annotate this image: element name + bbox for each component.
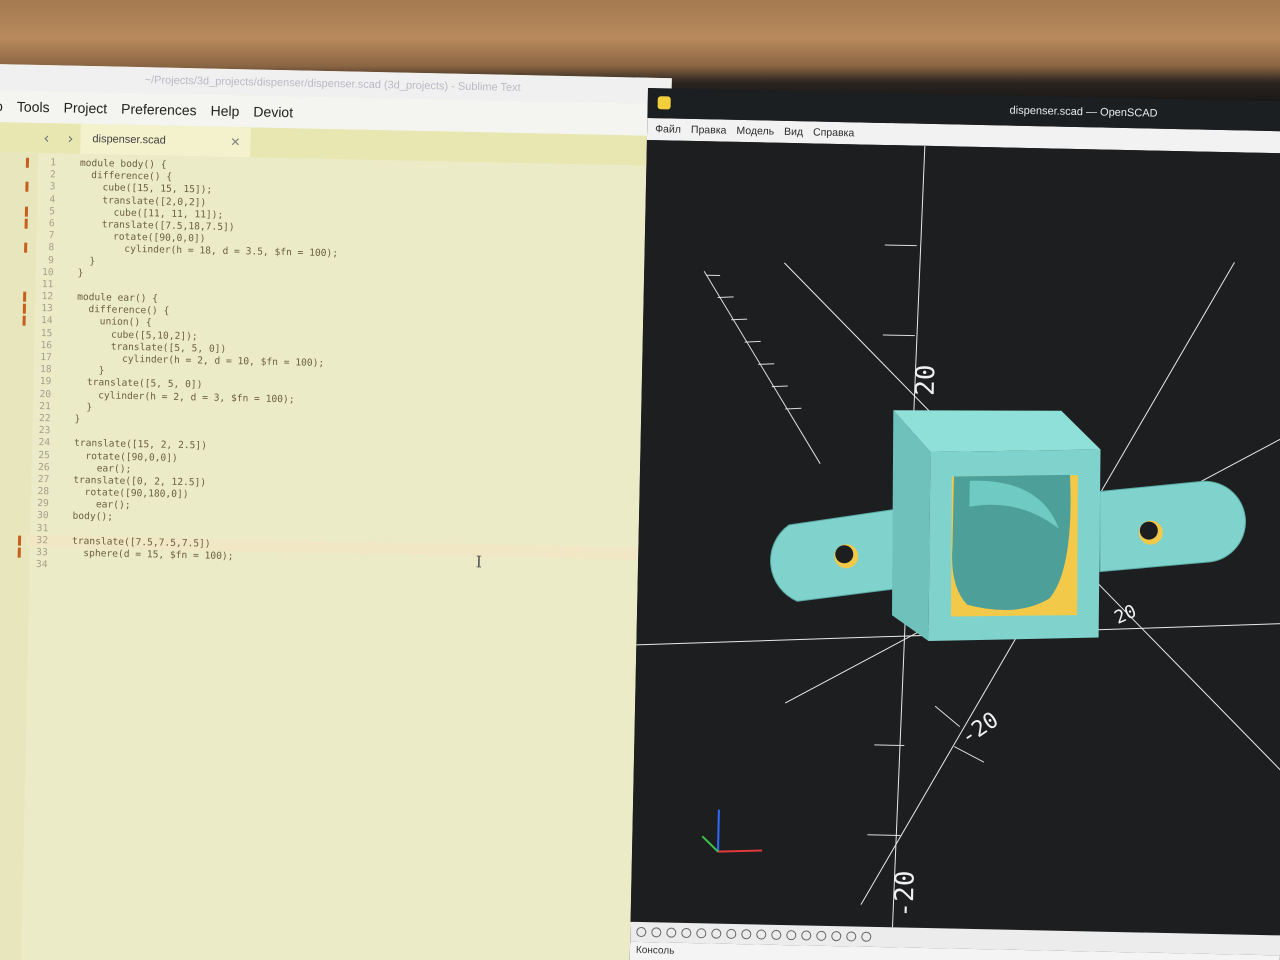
git-change-marker bbox=[25, 157, 30, 168]
console-label: Консоль bbox=[635, 944, 675, 957]
git-change-marker bbox=[23, 291, 27, 302]
view-left-icon[interactable] bbox=[771, 929, 782, 940]
view-back-icon[interactable] bbox=[801, 930, 812, 941]
line-number: 15 bbox=[40, 327, 53, 339]
openscad-window: dispenser.scad — OpenSCAD Файл Правка Мо… bbox=[629, 88, 1280, 960]
line-number: 4 bbox=[49, 193, 56, 205]
dispenser-model bbox=[770, 410, 1246, 641]
menu-item-preferences[interactable]: Preferences bbox=[121, 101, 197, 119]
menu-item-project[interactable]: Project bbox=[63, 99, 107, 116]
line-number: 19 bbox=[39, 376, 52, 388]
preview-icon[interactable] bbox=[636, 926, 647, 938]
perspective-icon[interactable] bbox=[816, 930, 827, 941]
line-number: 30 bbox=[36, 510, 49, 522]
line-number: 32 bbox=[36, 534, 49, 547]
axis-label-y-neg: -20 bbox=[956, 708, 1003, 751]
view-right-icon[interactable] bbox=[726, 928, 737, 940]
git-change-marker bbox=[17, 535, 22, 546]
line-number: 22 bbox=[38, 412, 51, 425]
line-number: 21 bbox=[39, 400, 51, 413]
git-change-marker bbox=[24, 242, 28, 254]
git-change-marker bbox=[25, 182, 29, 193]
axis-label-z-neg: -20 bbox=[890, 870, 921, 918]
line-number: 16 bbox=[40, 339, 53, 352]
zoom-in-icon[interactable] bbox=[681, 927, 692, 939]
line-number: 26 bbox=[37, 461, 50, 473]
line-text: body(); bbox=[72, 511, 114, 524]
git-change-marker bbox=[24, 218, 28, 229]
close-tab-icon[interactable]: ✕ bbox=[230, 135, 240, 149]
line-number: 27 bbox=[37, 473, 50, 486]
axis-label-z-pos: 20 bbox=[911, 364, 942, 396]
show-axes-icon[interactable] bbox=[846, 931, 857, 942]
menu-item-partial[interactable]: o bbox=[0, 98, 3, 114]
render-icon[interactable] bbox=[651, 927, 662, 938]
openscad-app-icon bbox=[657, 96, 671, 110]
line-number: 5 bbox=[49, 205, 56, 218]
line-text: } bbox=[74, 401, 93, 413]
orthographic-icon[interactable] bbox=[831, 931, 842, 942]
line-number: 34 bbox=[35, 559, 48, 571]
menu-item-file[interactable]: Файл bbox=[655, 123, 681, 136]
show-edges-icon[interactable] bbox=[861, 931, 872, 942]
line-number: 28 bbox=[37, 486, 50, 498]
line-number: 7 bbox=[48, 230, 55, 242]
line-number: 14 bbox=[40, 315, 53, 327]
menu-item-edit[interactable]: Правка bbox=[691, 124, 727, 137]
tab-label: dispenser.scad bbox=[92, 133, 166, 147]
zoom-out-icon[interactable] bbox=[696, 928, 707, 939]
tab-dispenser-scad[interactable]: dispenser.scad ✕ bbox=[80, 123, 251, 158]
line-text: } bbox=[77, 267, 84, 279]
menu-item-help-ru[interactable]: Справка bbox=[813, 126, 854, 139]
reset-view-icon[interactable] bbox=[711, 928, 722, 939]
openscad-title: dispenser.scad — OpenSCAD bbox=[1009, 104, 1158, 120]
viewport-canvas: 20 -20 -20 20 bbox=[636, 145, 1280, 928]
line-number: 18 bbox=[39, 364, 52, 376]
git-change-marker bbox=[22, 303, 26, 314]
line-number: 8 bbox=[48, 242, 55, 254]
git-change-marker bbox=[22, 316, 26, 327]
line-text: } bbox=[74, 413, 81, 425]
line-number: 6 bbox=[48, 218, 55, 230]
menu-item-deviot[interactable]: Deviot bbox=[253, 103, 293, 120]
line-number: 33 bbox=[36, 546, 48, 559]
menu-item-tools[interactable]: Tools bbox=[17, 98, 50, 115]
tab-forward-chevron-icon[interactable]: › bbox=[58, 129, 82, 148]
line-text: } bbox=[77, 255, 96, 267]
right-ear bbox=[1099, 480, 1246, 573]
view-all-icon[interactable] bbox=[666, 927, 677, 938]
line-number: 1 bbox=[50, 157, 57, 169]
view-front-icon[interactable] bbox=[786, 930, 797, 941]
axis-label-x-pos: 20 bbox=[1111, 601, 1139, 629]
view-bottom-icon[interactable] bbox=[756, 929, 767, 940]
line-number: 13 bbox=[41, 303, 53, 315]
view-top-icon[interactable] bbox=[741, 929, 752, 940]
sublime-window: ~/Projects/3d_projects/dispenser/dispens… bbox=[0, 64, 672, 960]
line-number: 25 bbox=[38, 449, 50, 461]
line-number: 23 bbox=[38, 425, 51, 437]
menu-item-help[interactable]: Help bbox=[210, 103, 239, 120]
line-number: 20 bbox=[39, 388, 52, 400]
code-lines[interactable]: 1 module body() {2 difference() {3 cube([… bbox=[17, 157, 654, 584]
3d-viewport[interactable]: 20 -20 -20 20 bbox=[630, 139, 1280, 936]
git-change-marker bbox=[17, 547, 21, 558]
axes-gizmo bbox=[701, 809, 763, 853]
line-number: 9 bbox=[48, 254, 55, 266]
text-cursor-icon: I bbox=[475, 552, 483, 572]
code-editor[interactable]: 1 module body() {2 difference() {3 cube([… bbox=[0, 151, 671, 960]
line-number: 17 bbox=[40, 352, 52, 364]
line-number: 12 bbox=[41, 291, 54, 303]
menu-item-view[interactable]: Вид bbox=[784, 126, 803, 138]
line-number: 10 bbox=[41, 266, 54, 278]
line-number: 31 bbox=[36, 522, 49, 534]
line-number: 3 bbox=[49, 181, 56, 193]
line-text: } bbox=[75, 364, 105, 377]
line-number: 24 bbox=[38, 437, 51, 449]
line-number: 11 bbox=[41, 278, 54, 291]
line-number: 29 bbox=[37, 498, 49, 510]
git-change-marker bbox=[24, 206, 29, 217]
line-number: 2 bbox=[49, 169, 56, 181]
tab-back-chevron-icon[interactable]: ‹ bbox=[34, 129, 58, 147]
menu-item-model[interactable]: Модель bbox=[736, 125, 774, 138]
